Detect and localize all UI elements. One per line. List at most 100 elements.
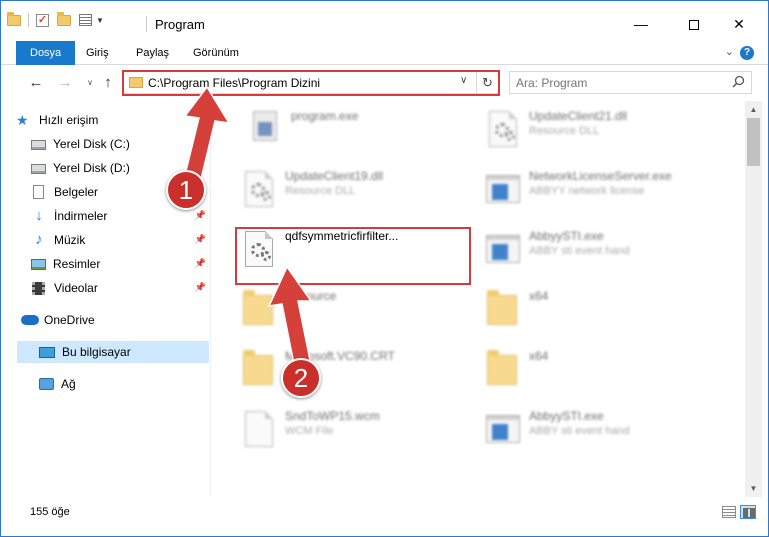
navigation-bar: ← → ∨ ↑ C:\Program Files\Program Dizini … <box>1 66 768 100</box>
refresh-icon[interactable]: ↻ <box>476 72 498 93</box>
file-name: program.exe <box>291 109 359 123</box>
scroll-up-arrow-icon[interactable]: ▲ <box>745 101 762 118</box>
file-name: AbbyySTI.exe <box>529 409 604 423</box>
step-2-badge: 2 <box>281 358 321 398</box>
file-name: AbbyySTI.exe <box>529 229 604 243</box>
file-type: ABBY sti event hand <box>529 245 630 257</box>
minimize-button[interactable]: — <box>621 9 661 39</box>
videos-icon <box>32 281 45 295</box>
file-item[interactable]: AbbyySTI.exe ABBY sti event hand <box>479 399 715 459</box>
tab-home[interactable]: Giriş <box>73 41 122 65</box>
file-item[interactable]: program.exe <box>241 99 477 159</box>
file-item[interactable]: SndToWP15.wcm WCM File <box>235 399 471 459</box>
close-button[interactable]: ✕ <box>719 9 759 39</box>
sidebar-item-pictures[interactable]: Resimler 📌 <box>31 253 210 275</box>
back-arrow-icon[interactable]: ← <box>27 74 45 92</box>
folder-item[interactable]: x64 <box>479 279 715 339</box>
large-icons-view-icon[interactable] <box>740 505 756 519</box>
file-item[interactable]: AbbyySTI.exe ABBY sti event hand <box>479 219 715 279</box>
computer-icon <box>39 346 55 358</box>
folder-icon <box>485 289 521 329</box>
expand-ribbon-chevron-icon[interactable]: ⌄ <box>725 45 734 58</box>
drive-icon <box>31 164 46 174</box>
file-name: UpdateClient19.dll <box>285 169 384 183</box>
folder-icon <box>7 11 21 26</box>
arrow-up-icon <box>267 265 313 370</box>
title-divider <box>146 16 147 32</box>
sidebar-item-label: Müzik <box>54 233 86 247</box>
list-view-icon[interactable] <box>79 14 92 26</box>
file-icon <box>241 409 277 449</box>
tab-share[interactable]: Paylaş <box>123 41 182 65</box>
file-item[interactable]: UpdateClient21.dll Resource DLL <box>479 99 715 159</box>
file-item[interactable]: UpdateClient19.dll Resource DLL <box>235 159 471 219</box>
sidebar-item-this-pc[interactable]: Bu bilgisayar <box>17 341 209 363</box>
file-type: Resource DLL <box>529 125 600 137</box>
ribbon-tabs: Dosya Giriş Paylaş Görünüm ⌄ ? <box>1 41 768 65</box>
onedrive-icon <box>21 315 39 325</box>
sidebar-item-onedrive[interactable]: OneDrive <box>21 309 215 331</box>
status-bar: 155 öğe <box>1 497 768 527</box>
new-folder-icon[interactable] <box>57 11 71 26</box>
sidebar-item-label: Hızlı erişim <box>39 113 99 127</box>
help-icon[interactable]: ? <box>740 46 754 60</box>
drive-icon <box>31 140 46 150</box>
title-bar: ✓ ▼ Program — ✕ <box>1 1 768 41</box>
folder-icon <box>129 77 143 88</box>
file-type: ABBY sti event hand <box>529 425 630 437</box>
explorer-window: ✓ ▼ Program — ✕ Dosya Giriş Paylaş Görün… <box>0 0 769 537</box>
file-name: qdfsymmetricfirfilter... <box>285 229 399 243</box>
pictures-icon <box>31 258 46 270</box>
up-arrow-icon[interactable]: ↑ <box>99 74 117 92</box>
exe-icon <box>485 169 521 209</box>
dll-icon <box>485 109 521 149</box>
sidebar-item-label: Bu bilgisayar <box>62 345 131 359</box>
pin-icon[interactable]: 📌 <box>195 210 206 221</box>
exe-icon <box>485 409 521 449</box>
network-icon <box>39 378 54 390</box>
tab-view[interactable]: Görünüm <box>180 41 252 65</box>
forward-arrow-icon[interactable]: → <box>56 74 74 92</box>
scrollbar-thumb[interactable] <box>747 118 760 166</box>
program-icon <box>247 109 283 149</box>
tab-file[interactable]: Dosya <box>16 41 76 65</box>
pin-icon[interactable]: 📌 <box>195 234 206 245</box>
arrow-up-icon <box>183 85 231 180</box>
recent-locations-chevron-icon[interactable]: ∨ <box>81 74 99 92</box>
sidebar-item-music[interactable]: ♪ Müzik 📌 <box>31 229 210 251</box>
file-item[interactable]: NetworkLicenseServer.exe ABBYY network l… <box>479 159 715 219</box>
toolbar-divider <box>28 13 29 27</box>
search-icon[interactable] <box>732 75 745 88</box>
sidebar-item-label: İndirmeler <box>54 209 108 223</box>
sidebar-item-network[interactable]: Ağ <box>39 373 209 395</box>
window-title: Program <box>155 17 205 32</box>
details-view-icon[interactable] <box>722 506 736 518</box>
properties-check-icon[interactable]: ✓ <box>36 13 49 27</box>
exe-icon <box>485 229 521 269</box>
scroll-down-arrow-icon[interactable]: ▼ <box>745 480 762 497</box>
sidebar-item-videos[interactable]: Videolar 📌 <box>31 277 210 299</box>
file-name: NetworkLicenseServer.exe <box>529 169 672 183</box>
item-count: 155 öğe <box>30 506 70 518</box>
sidebar-item-label: Resimler <box>53 257 101 271</box>
search-input[interactable] <box>516 75 726 91</box>
downloads-icon: ↓ <box>35 207 43 224</box>
folder-icon <box>485 349 521 389</box>
sidebar-item-label: Belgeler <box>54 185 99 199</box>
sidebar-item-label: Yerel Disk (D:) <box>53 161 130 175</box>
file-name: UpdateClient21.dll <box>529 109 628 123</box>
address-history-chevron-icon[interactable]: ∨ <box>460 75 467 86</box>
file-name: x64 <box>529 289 549 303</box>
folder-item[interactable]: x64 <box>479 339 715 399</box>
file-name: x64 <box>529 349 549 363</box>
vertical-scrollbar[interactable]: ▲ ▼ <box>745 101 762 497</box>
pin-icon[interactable]: 📌 <box>195 258 206 269</box>
maximize-button[interactable] <box>674 9 714 39</box>
music-icon: ♪ <box>35 231 43 248</box>
pin-icon[interactable]: 📌 <box>195 282 206 293</box>
search-box[interactable] <box>509 71 752 94</box>
file-name: SndToWP15.wcm <box>285 409 380 423</box>
sidebar-item-label: Ağ <box>61 377 76 391</box>
customize-toolbar-chevron-icon[interactable]: ▼ <box>96 16 104 25</box>
file-type: ABBYY network license <box>529 185 645 197</box>
